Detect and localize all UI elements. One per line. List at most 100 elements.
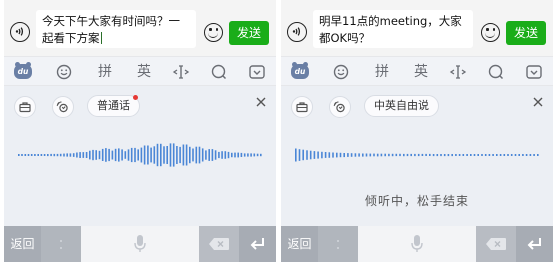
wave-bar: [332, 152, 334, 158]
wave-bar: [163, 146, 165, 164]
message-input[interactable]: 明早11点的meeting，大家都OK吗？: [313, 10, 473, 48]
enter-key[interactable]: [516, 226, 553, 262]
wave-bar: [436, 154, 439, 157]
voice-input-panel: 普通话: [4, 86, 276, 226]
wave-bar: [234, 152, 236, 158]
send-button[interactable]: 发送: [506, 21, 546, 45]
delete-key[interactable]: [199, 226, 239, 262]
wave-bar: [224, 151, 227, 159]
wave-bar: [443, 154, 446, 157]
wave-bar: [24, 154, 27, 156]
wave-bar: [260, 153, 262, 157]
wave-bar: [118, 148, 120, 162]
wave-bar: [227, 151, 230, 159]
wave-bar: [432, 154, 435, 157]
wave-bar: [66, 153, 68, 157]
collapse-keyboard-icon[interactable]: [246, 61, 268, 83]
wave-bar: [302, 149, 304, 161]
wave-bar: [410, 153, 412, 157]
wave-bar: [208, 149, 210, 161]
delete-key[interactable]: [476, 226, 516, 262]
send-button[interactable]: 发送: [229, 21, 269, 45]
wave-bar: [399, 153, 401, 157]
voice-toggle-icon[interactable]: [287, 22, 307, 42]
pinyin-mode-button[interactable]: 拼: [94, 61, 116, 83]
collapse-keyboard-icon[interactable]: [523, 61, 545, 83]
wave-bar: [388, 153, 390, 157]
punctuation-key[interactable]: [318, 226, 358, 262]
keyboard-screen-mixed-language: 明早11点的meeting，大家都OK吗？ 发送 du 拼 英 中英自由说 倾听…: [281, 0, 553, 266]
wave-bar: [488, 154, 491, 156]
smiley-icon[interactable]: [330, 61, 352, 83]
wave-bar: [147, 145, 149, 165]
wave-bar: [328, 152, 331, 158]
wave-bar: [114, 148, 117, 162]
wave-bar: [237, 152, 239, 158]
wave-bar: [195, 146, 198, 164]
wave-bar: [231, 152, 233, 158]
punctuation-key[interactable]: [41, 226, 81, 262]
wave-bar: [440, 154, 442, 157]
back-button[interactable]: 返回: [4, 226, 41, 262]
voice-toggle-icon[interactable]: [10, 22, 30, 42]
wave-bar: [425, 153, 427, 156]
voice-input-panel: 中英自由说 倾听中，松手结束: [281, 86, 553, 226]
search-icon[interactable]: [485, 61, 507, 83]
wave-bar: [179, 146, 181, 164]
wave-bar: [421, 153, 424, 156]
wave-bar: [391, 153, 394, 157]
wave-bar: [30, 154, 33, 156]
wave-bar: [105, 148, 107, 162]
wave-bar: [53, 153, 56, 157]
emoji-icon[interactable]: [204, 23, 223, 42]
wave-bar: [373, 153, 375, 157]
wave-bar: [198, 146, 201, 164]
ime-toolbar: du 拼 英: [281, 56, 553, 86]
emoji-icon[interactable]: [481, 23, 500, 42]
wave-bar: [507, 154, 509, 156]
microphone-icon: [411, 235, 423, 252]
wave-bar: [101, 148, 104, 161]
wave-bar: [166, 146, 168, 164]
ime-toolbar: du 拼 英: [4, 56, 276, 86]
search-icon[interactable]: [208, 61, 230, 83]
wave-bar: [503, 154, 506, 156]
back-button[interactable]: 返回: [281, 226, 318, 262]
wave-bar: [354, 153, 357, 157]
message-input[interactable]: 今天下午大家有时间吗？一起看下方案: [36, 10, 196, 48]
wave-bar: [256, 153, 259, 157]
wave-bar: [243, 153, 246, 157]
enter-key[interactable]: [239, 226, 276, 262]
wave-bar: [205, 150, 207, 160]
wave-bar: [537, 154, 539, 156]
keyboard-bottom-bar: 返回: [4, 226, 276, 266]
wave-bar: [153, 146, 156, 164]
du-logo-icon[interactable]: du: [289, 61, 311, 83]
smiley-icon[interactable]: [53, 61, 75, 83]
cursor-move-icon[interactable]: [447, 61, 469, 83]
english-mode-button[interactable]: 英: [410, 61, 432, 83]
wave-bar: [384, 153, 386, 157]
cursor-move-icon[interactable]: [170, 61, 192, 83]
microphone-key[interactable]: [358, 226, 476, 262]
wave-bar: [34, 154, 36, 156]
wave-bar: [317, 151, 319, 159]
wave-bar: [347, 153, 349, 157]
wave-bar: [455, 154, 457, 156]
wave-bar: [321, 151, 323, 159]
wave-bar: [56, 153, 59, 157]
wave-bar: [127, 149, 130, 161]
wave-bar: [533, 154, 535, 156]
wave-bar: [63, 153, 65, 157]
wave-bar: [324, 152, 327, 158]
listening-status: 倾听中，松手结束: [364, 194, 469, 208]
wave-bar: [492, 154, 494, 156]
microphone-key[interactable]: [81, 226, 199, 262]
du-logo-icon[interactable]: du: [12, 61, 34, 83]
wave-bar: [137, 149, 139, 161]
wave-bar: [150, 147, 152, 163]
text-cursor: [100, 32, 102, 44]
wave-bar: [417, 153, 420, 157]
english-mode-button[interactable]: 英: [133, 61, 155, 83]
pinyin-mode-button[interactable]: 拼: [371, 61, 393, 83]
